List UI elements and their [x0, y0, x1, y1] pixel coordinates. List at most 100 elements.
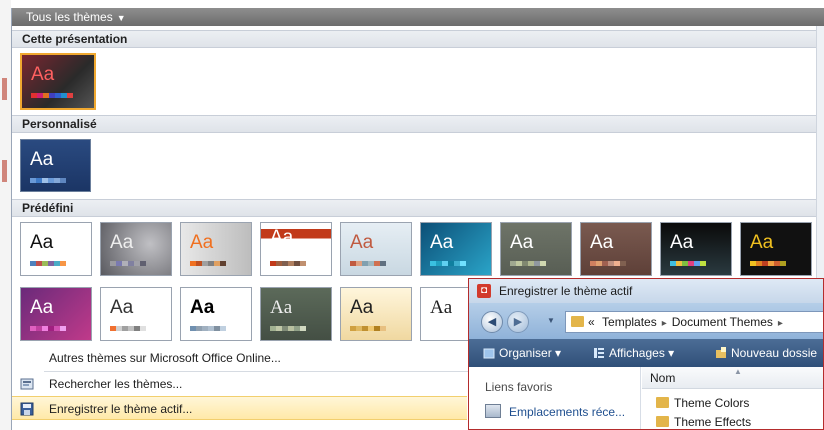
breadcrumb-separator: ▸ [661, 318, 667, 329]
theme-color-bar [110, 261, 146, 266]
theme-color-bar [30, 178, 66, 183]
theme-thumbnail-current[interactable]: Aa [20, 53, 96, 110]
theme-glyph: Aa [590, 232, 614, 253]
views-icon [594, 348, 604, 358]
theme-color-bar [430, 261, 466, 266]
theme-thumbnail[interactable]: Aa [100, 287, 172, 341]
theme-color-bar [30, 261, 66, 266]
theme-color-bar [270, 326, 306, 331]
recent-places-icon [485, 404, 501, 418]
theme-color-bar [30, 326, 66, 331]
theme-thumbnail[interactable]: Aa [580, 222, 652, 276]
theme-thumbnail[interactable]: Aa [420, 222, 492, 276]
theme-thumbnail[interactable]: Aa [260, 287, 332, 341]
views-button[interactable]: Affichages ▾ [593, 339, 674, 367]
theme-color-bar [190, 261, 226, 266]
file-list: Nom ▲ Theme Colors Theme Effects [642, 367, 823, 429]
file-name: Theme Colors [674, 396, 750, 410]
save-theme-dialog: ◘ Enregistrer le thème actif ◀ ▶ ▼ « Tem… [468, 278, 824, 430]
theme-glyph: Aa [31, 64, 55, 85]
theme-glyph: Aa [510, 232, 534, 253]
organize-label: Organiser [499, 346, 552, 360]
theme-color-bar [110, 326, 146, 331]
edge-marker [2, 78, 7, 100]
theme-thumbnail[interactable]: Aa [100, 222, 172, 276]
edge-marker [2, 160, 7, 182]
address-bar[interactable]: « Templates ▸ Document Themes ▸ [565, 311, 823, 333]
theme-thumbnail[interactable]: Aa [20, 287, 92, 341]
organize-button[interactable]: Organiser ▾ [483, 339, 561, 367]
dialog-title: Enregistrer le thème actif [499, 284, 633, 298]
theme-glyph: Aa [110, 232, 134, 253]
section-builtin: Prédéfini [12, 199, 824, 217]
theme-color-bar [590, 261, 626, 266]
save-current-theme-item[interactable]: Enregistrer le thème actif... [12, 396, 467, 420]
forward-arrow-icon[interactable]: ▶ [507, 311, 529, 333]
gallery-filter-label: Tous les thèmes [26, 10, 113, 24]
dialog-title-bar[interactable]: ◘ Enregistrer le thème actif [469, 279, 823, 303]
back-arrow-icon[interactable]: ◀ [481, 311, 503, 333]
list-item[interactable]: Theme Colors [656, 396, 749, 410]
section-custom: Personnalisé [12, 115, 824, 133]
file-name: Theme Effects [674, 415, 752, 429]
theme-color-bar [270, 261, 306, 266]
gallery-filter-dropdown[interactable]: Tous les thèmes ▼ [12, 8, 824, 26]
theme-glyph: Aa [30, 297, 54, 318]
new-folder-label: Nouveau dossie [731, 346, 818, 360]
menu-item-label: Rechercher les thèmes... [49, 377, 183, 391]
theme-glyph: Aa [670, 232, 694, 253]
more-themes-online-item[interactable]: Autres thèmes sur Microsoft Office Onlin… [12, 346, 467, 370]
search-icon [20, 378, 34, 390]
window-edge [0, 0, 11, 430]
theme-glyph: Aa [430, 297, 453, 318]
theme-glyph: Aa [350, 297, 374, 318]
theme-glyph: Aa [750, 232, 774, 253]
section-this-presentation: Cette présentation [12, 30, 824, 48]
theme-glyph: Aa [190, 232, 214, 253]
menu-item-label: Autres thèmes sur Microsoft Office Onlin… [49, 351, 281, 365]
sort-arrow-icon: ▲ [734, 367, 742, 376]
theme-thumbnail[interactable]: Aa [20, 222, 92, 276]
column-header-label: Nom [650, 371, 676, 385]
chevron-down-icon: ▼ [116, 13, 126, 23]
new-folder-icon [716, 347, 726, 358]
folder-icon [656, 416, 669, 427]
theme-glyph: Aa [190, 297, 215, 318]
theme-glyph: Aa [270, 227, 294, 248]
theme-thumbnail[interactable]: Aa [500, 222, 572, 276]
favorites-label: Liens favoris [485, 380, 553, 394]
chevron-down-icon[interactable]: ▼ [547, 316, 555, 325]
breadcrumb-separator[interactable]: ▸ [778, 318, 783, 329]
theme-color-bar [750, 261, 786, 266]
save-icon [20, 402, 34, 416]
theme-thumbnail[interactable]: Aa [340, 287, 412, 341]
theme-thumbnail[interactable]: Aa [340, 222, 412, 276]
theme-color-bar [190, 326, 226, 331]
views-label: Affichages [609, 346, 665, 360]
column-header-name[interactable]: Nom ▲ [642, 367, 823, 389]
breadcrumb-overflow[interactable]: « [588, 315, 595, 329]
theme-glyph: Aa [110, 297, 134, 318]
theme-thumbnail[interactable]: Aa [260, 222, 332, 276]
theme-color-bar [510, 261, 546, 266]
browse-themes-item[interactable]: Rechercher les thèmes... [12, 372, 467, 396]
theme-color-bar [670, 261, 706, 266]
dialog-toolbar: Organiser ▾ Affichages ▾ Nouveau dossie [469, 339, 823, 367]
theme-thumbnail[interactable]: Aa [740, 222, 812, 276]
folder-icon [571, 316, 584, 327]
recent-places-label: Emplacements réce... [509, 405, 626, 419]
theme-glyph: Aa [30, 149, 54, 170]
breadcrumb-document-themes[interactable]: Document Themes [672, 315, 773, 329]
theme-thumbnail-custom[interactable]: Aa [20, 139, 91, 192]
theme-thumbnail[interactable]: Aa [180, 287, 252, 341]
theme-glyph: Aa [30, 232, 54, 253]
recent-places-link[interactable]: Emplacements réce... [485, 404, 626, 419]
theme-thumbnail[interactable]: Aa [180, 222, 252, 276]
theme-glyph: Aa [350, 232, 374, 253]
theme-color-bar [350, 261, 386, 266]
theme-thumbnail[interactable]: Aa [660, 222, 732, 276]
theme-glyph: Aa [430, 232, 454, 253]
breadcrumb-templates[interactable]: Templates [602, 315, 657, 329]
list-item[interactable]: Theme Effects [656, 415, 751, 429]
new-folder-button[interactable]: Nouveau dossie [715, 339, 817, 367]
